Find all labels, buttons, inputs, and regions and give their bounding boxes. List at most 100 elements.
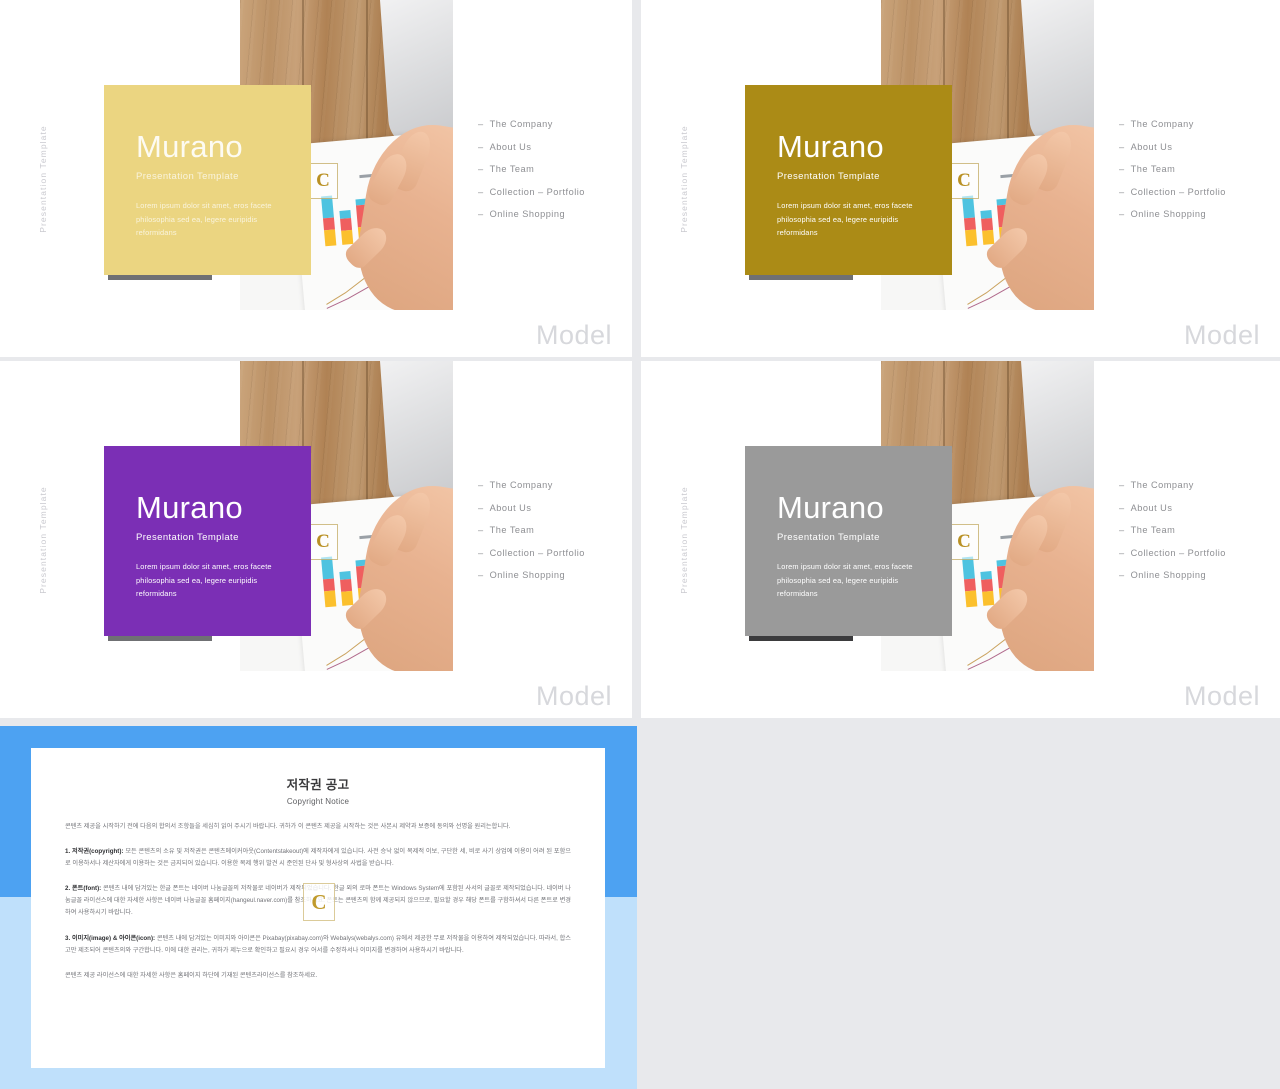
vertical-rail-label: Presentation Template bbox=[38, 485, 48, 594]
menu-item-the-company[interactable]: – The Company bbox=[478, 480, 585, 490]
nav-menu: – The Company – About Us – The Team – Collec… bbox=[478, 480, 585, 593]
bar bbox=[339, 570, 354, 606]
dash-glyph: – bbox=[478, 525, 484, 535]
title-card-yellow[interactable]: Murano Presentation Template Lorem ipsum… bbox=[104, 85, 311, 275]
menu-item-about-us[interactable]: – About Us bbox=[1119, 503, 1226, 513]
menu-label: Online Shopping bbox=[1130, 570, 1207, 580]
menu-label: Online Shopping bbox=[489, 209, 566, 219]
menu-item-about-us[interactable]: – About Us bbox=[478, 142, 585, 152]
menu-item-the-company[interactable]: – The Company bbox=[1119, 119, 1226, 129]
c-logo-watermark: C bbox=[303, 883, 335, 921]
menu-label: Collection – Portfolio bbox=[489, 186, 585, 197]
bar bbox=[962, 556, 978, 608]
menu-item-online-shopping[interactable]: – Online Shopping bbox=[1119, 209, 1226, 219]
dash-glyph: – bbox=[478, 209, 484, 219]
copyright-outro: 콘텐츠 제공 라이선스에 대한 자세한 사항은 홈페이지 하단에 기재된 콘텐츠… bbox=[65, 971, 318, 979]
slide-thumbnail-purple[interactable]: Presentation Template C Murano Presentat… bbox=[0, 361, 632, 718]
section-1-heading: 저작권(copyright): bbox=[72, 848, 124, 856]
menu-item-the-team[interactable]: – The Team bbox=[1119, 525, 1226, 535]
dash-glyph: – bbox=[1119, 164, 1125, 174]
card-subtitle: Presentation Template bbox=[136, 171, 239, 182]
menu-label: The Team bbox=[1130, 164, 1176, 174]
model-watermark: Model bbox=[535, 681, 612, 711]
vertical-rail-label: Presentation Template bbox=[679, 124, 689, 233]
title-card-gold[interactable]: Murano Presentation Template Lorem ipsum… bbox=[745, 85, 952, 275]
card-title: Murano bbox=[136, 490, 243, 525]
menu-label: The Team bbox=[489, 164, 535, 174]
menu-item-the-team[interactable]: – The Team bbox=[478, 164, 585, 174]
bar bbox=[321, 556, 337, 608]
menu-item-the-team[interactable]: – The Team bbox=[478, 525, 585, 535]
copyright-notice-panel[interactable]: 저작권 공고 Copyright Notice 콘텐츠 제공을 시작하기 전에 … bbox=[0, 726, 637, 1089]
menu-label: Collection – Portfolio bbox=[1130, 547, 1226, 558]
section-3-number: 3. bbox=[65, 934, 71, 942]
menu-item-about-us[interactable]: – About Us bbox=[478, 503, 585, 513]
slide-thumbnail-yellow[interactable]: Presentation Template C Murano Presentat… bbox=[0, 0, 632, 357]
card-subtitle: Presentation Template bbox=[136, 532, 239, 543]
model-watermark: Model bbox=[535, 320, 612, 350]
title-card-gray[interactable]: Murano Presentation Template Lorem ipsum… bbox=[745, 446, 952, 636]
card-subtitle: Presentation Template bbox=[777, 532, 880, 543]
vertical-rail-label: Presentation Template bbox=[679, 485, 689, 594]
menu-item-the-team[interactable]: – The Team bbox=[1119, 164, 1226, 174]
menu-item-collection-portfolio[interactable]: – Collection – Portfolio bbox=[478, 187, 585, 197]
menu-label: Online Shopping bbox=[489, 570, 566, 580]
menu-item-collection-portfolio[interactable]: – Collection – Portfolio bbox=[1119, 548, 1226, 558]
dash-glyph: – bbox=[1119, 209, 1125, 219]
c-logo-watermark: C bbox=[308, 524, 338, 560]
menu-item-about-us[interactable]: – About Us bbox=[1119, 142, 1226, 152]
dash-glyph: – bbox=[1119, 570, 1125, 580]
dash-glyph: – bbox=[1119, 502, 1125, 513]
menu-item-the-company[interactable]: – The Company bbox=[1119, 480, 1226, 490]
section-3-heading: 이미지(image) & 아이콘(icon): bbox=[71, 934, 156, 942]
dash-glyph: – bbox=[478, 547, 484, 558]
vertical-rail-label: Presentation Template bbox=[38, 124, 48, 233]
menu-item-online-shopping[interactable]: – Online Shopping bbox=[1119, 570, 1226, 580]
title-card-purple[interactable]: Murano Presentation Template Lorem ipsum… bbox=[104, 446, 311, 636]
menu-label: The Company bbox=[489, 119, 553, 129]
menu-label: Online Shopping bbox=[1130, 209, 1207, 219]
dash-glyph: – bbox=[478, 502, 484, 513]
slide-thumbnail-gold[interactable]: Presentation Template C Murano Presentat… bbox=[641, 0, 1280, 357]
card-body-text: Lorem ipsum dolor sit amet, eros facete … bbox=[136, 201, 272, 238]
c-logo-watermark: C bbox=[949, 163, 979, 199]
menu-label: The Company bbox=[1130, 119, 1194, 129]
dash-glyph: – bbox=[1119, 141, 1125, 152]
bar bbox=[980, 570, 995, 606]
copyright-title-ko: 저작권 공고 bbox=[286, 778, 350, 792]
copyright-intro: 콘텐츠 제공을 시작하기 전에 다음의 합의서 조항들을 세심히 읽어 주시기 … bbox=[65, 823, 511, 830]
slide-thumbnail-gray[interactable]: Presentation Template C Murano Presentat… bbox=[641, 361, 1280, 718]
copyright-section-3: 3. 이미지(image) & 아이콘(icon): 콘텐츠 내에 담겨있는 이… bbox=[65, 933, 571, 957]
screenshot-root: Presentation Template C Murano Presentat… bbox=[0, 0, 1280, 1089]
c-logo-watermark: C bbox=[949, 524, 979, 560]
copyright-title-en: Copyright Notice bbox=[286, 797, 350, 806]
menu-item-online-shopping[interactable]: – Online Shopping bbox=[478, 570, 585, 580]
dash-glyph: – bbox=[1119, 547, 1125, 558]
nav-menu: – The Company – About Us – The Team – Collec… bbox=[1119, 480, 1226, 593]
dash-glyph: – bbox=[1119, 480, 1125, 490]
menu-item-collection-portfolio[interactable]: – Collection – Portfolio bbox=[1119, 187, 1226, 197]
bar bbox=[980, 209, 995, 245]
section-2-heading: 폰트(font): bbox=[71, 885, 102, 893]
model-watermark: Model bbox=[1183, 681, 1260, 711]
c-logo-watermark: C bbox=[308, 163, 338, 199]
menu-item-online-shopping[interactable]: – Online Shopping bbox=[478, 209, 585, 219]
bar bbox=[339, 209, 354, 245]
dash-glyph: – bbox=[478, 141, 484, 152]
card-body-text: Lorem ipsum dolor sit amet, eros facete … bbox=[777, 562, 913, 599]
nav-menu: – The Company – About Us – The Team – Collec… bbox=[1119, 119, 1226, 232]
menu-item-collection-portfolio[interactable]: – Collection – Portfolio bbox=[478, 548, 585, 558]
dash-glyph: – bbox=[478, 186, 484, 197]
menu-label: The Company bbox=[489, 480, 553, 490]
copyright-section-1: 1. 저작권(copyright): 모든 콘텐츠의 소유 및 저작권은 콘텐츠… bbox=[65, 846, 571, 870]
card-title: Murano bbox=[777, 490, 884, 525]
menu-label: About Us bbox=[1130, 502, 1173, 513]
bar bbox=[962, 195, 978, 247]
section-1-text: 모든 콘텐츠의 소유 및 저작권은 콘텐츠메이커아웃(Contentstakeo… bbox=[65, 848, 571, 868]
dash-glyph: – bbox=[1119, 119, 1125, 129]
section-2-number: 2. bbox=[65, 885, 71, 893]
dash-glyph: – bbox=[1119, 525, 1125, 535]
nav-menu: – The Company – About Us – The Team – Collec… bbox=[478, 119, 585, 232]
card-title: Murano bbox=[136, 129, 243, 164]
menu-item-the-company[interactable]: – The Company bbox=[478, 119, 585, 129]
